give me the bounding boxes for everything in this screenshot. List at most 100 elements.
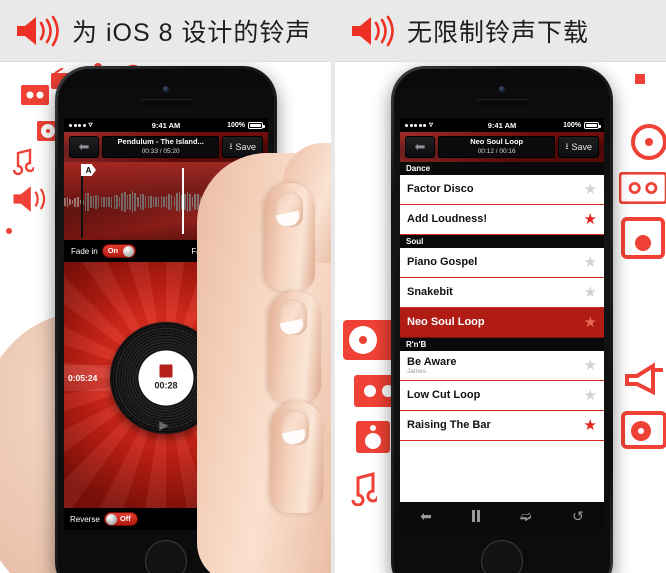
- iphone-device-left: ▿ 9:41 AM 100% ⬅ Pendulum - The Island..…: [55, 66, 277, 573]
- marker-b[interactable]: B: [237, 164, 252, 238]
- waveform-bar: [170, 194, 173, 210]
- waveform-bar: [215, 191, 217, 213]
- pitch-label: Pitch: [217, 514, 238, 524]
- favorite-star-icon[interactable]: ★: [584, 182, 597, 197]
- waveform-editor[interactable]: A B: [64, 162, 268, 240]
- iphone-device-right: ▿ 9:41 AM 100% ⬅ Neo Soul Loop 00:12 / 0…: [391, 66, 613, 573]
- list-item[interactable]: Piano Gospel ★: [400, 248, 604, 278]
- favorite-star-icon[interactable]: ★: [584, 285, 597, 300]
- list-item-text: Low Cut Loop: [407, 389, 480, 401]
- pitch-plus-button[interactable]: +: [250, 513, 262, 525]
- list-item-title: Be Aware: [407, 355, 457, 368]
- speaker-icon: [349, 13, 395, 49]
- favorite-star-icon[interactable]: ★: [584, 212, 597, 227]
- waveform-bar: [124, 192, 126, 212]
- save-button[interactable]: ⭳ Save: [222, 136, 263, 158]
- fade-in-toggle[interactable]: On: [101, 244, 136, 258]
- favorite-star-icon[interactable]: ★: [584, 358, 597, 373]
- favorite-star-icon[interactable]: ★: [584, 255, 597, 270]
- list-item[interactable]: Add Loudness! ★: [400, 205, 604, 235]
- marker-a[interactable]: A: [81, 164, 96, 238]
- favorite-star-icon[interactable]: ★: [584, 315, 597, 330]
- turntable-decor-icon: [621, 407, 666, 451]
- waveform-bar: [142, 193, 144, 211]
- vinyl-record[interactable]: ▼ ▶ 00:28: [110, 321, 222, 434]
- waveform-bar: [69, 198, 71, 206]
- waveform-bar: [241, 200, 243, 204]
- favorite-star-icon[interactable]: ★: [584, 388, 597, 403]
- waveform-bar: [118, 197, 121, 207]
- waveform-bar: [178, 191, 181, 213]
- waveform-bar: [184, 194, 186, 210]
- fingernail: [275, 191, 303, 227]
- battery-percent: 100%: [227, 121, 245, 129]
- waveform-bar: [90, 195, 92, 209]
- list-item-title: Piano Gospel: [407, 256, 478, 269]
- battery-area: 100%: [563, 121, 601, 129]
- fade-in-control[interactable]: Fade in On: [71, 244, 136, 258]
- reverse-control[interactable]: Reverse Off: [70, 512, 138, 526]
- time-left: 0:05:24: [68, 372, 98, 383]
- pause-icon[interactable]: [472, 510, 480, 522]
- back-arrow-icon[interactable]: ⬅: [69, 136, 99, 158]
- pitch-stepper[interactable]: − Pitch 0 +: [201, 513, 262, 525]
- ringtone-list[interactable]: Dance Factor Disco ★ Add Loudness! ★ Soul Pian…: [400, 162, 604, 502]
- elapsed-time: 00:28: [154, 380, 178, 391]
- waveform-bar: [223, 193, 225, 211]
- waveform-bar: [262, 196, 264, 208]
- fade-out-control[interactable]: Fade out On: [191, 244, 261, 258]
- music-note-decor-icon: [4, 148, 34, 176]
- music-note-decor-icon: [343, 470, 377, 506]
- repeat-icon[interactable]: ↺: [572, 509, 584, 523]
- save-button[interactable]: ⭳ Save: [558, 136, 599, 158]
- pitch-minus-button[interactable]: −: [201, 513, 214, 525]
- playhead[interactable]: [182, 168, 184, 234]
- fade-out-toggle[interactable]: On: [227, 244, 261, 258]
- reverse-toggle[interactable]: Off: [103, 512, 138, 526]
- waveform-bar: [97, 196, 100, 208]
- waveform-bar: [74, 197, 76, 207]
- list-item[interactable]: Low Cut Loop ★: [400, 381, 604, 411]
- cassette-decor-icon: [619, 172, 666, 204]
- waveform-bar: [139, 193, 142, 211]
- waveform-bar: [189, 193, 191, 211]
- time-right: 0:45:24: [234, 372, 264, 383]
- next-icon[interactable]: ➫: [520, 509, 532, 523]
- waveform-bar: [173, 196, 176, 208]
- earpiece-speaker: [139, 99, 193, 106]
- player-toolbar: ⬅ ➫ ↺: [400, 502, 604, 530]
- list-item[interactable]: Neo Soul Loop ★: [400, 308, 604, 338]
- panel-left-header: 为 iOS 8 设计的铃声: [0, 0, 331, 62]
- speaker-decor-icon: [276, 532, 304, 558]
- rotate-arrow-icon: ▼: [206, 375, 218, 390]
- record-label[interactable]: 00:28: [138, 350, 194, 406]
- waveform-bar: [116, 194, 118, 210]
- waveform-bar: [129, 194, 131, 210]
- waveform-bar: [238, 195, 241, 209]
- ios-status-bar: ▿ 9:41 AM 100%: [64, 118, 268, 132]
- camera-decor-icon: [290, 552, 312, 570]
- waveform-bar: [210, 190, 212, 214]
- list-item[interactable]: Factor Disco ★: [400, 175, 604, 205]
- list-item[interactable]: Be Aware James ★: [400, 351, 604, 381]
- favorite-star-icon[interactable]: ★: [584, 418, 597, 433]
- list-item[interactable]: Raising The Bar ★: [400, 411, 604, 441]
- track-time: 00:33 / 05:20: [141, 147, 180, 155]
- waveform-bar: [204, 196, 207, 208]
- waveform-bar: [246, 195, 249, 209]
- waveform-bar: [199, 196, 202, 208]
- back-arrow-icon[interactable]: ⬅: [405, 136, 435, 158]
- waveform-bar: [225, 193, 228, 211]
- waveform-bar: [150, 195, 152, 209]
- battery-percent: 100%: [563, 121, 581, 129]
- finger: [271, 401, 323, 513]
- previous-icon[interactable]: ⬅: [420, 509, 432, 523]
- list-item[interactable]: Snakebit ★: [400, 278, 604, 308]
- waveform-bar: [66, 196, 69, 208]
- stop-icon[interactable]: [159, 364, 173, 378]
- list-item-text: Raising The Bar: [407, 419, 491, 431]
- save-label: Save: [571, 142, 592, 152]
- app-navbar-left: ⬅ Pendulum - The Island... 00:33 / 05:20…: [64, 132, 268, 162]
- waveform-bar: [110, 196, 113, 208]
- cassette-decor-icon: [300, 447, 326, 467]
